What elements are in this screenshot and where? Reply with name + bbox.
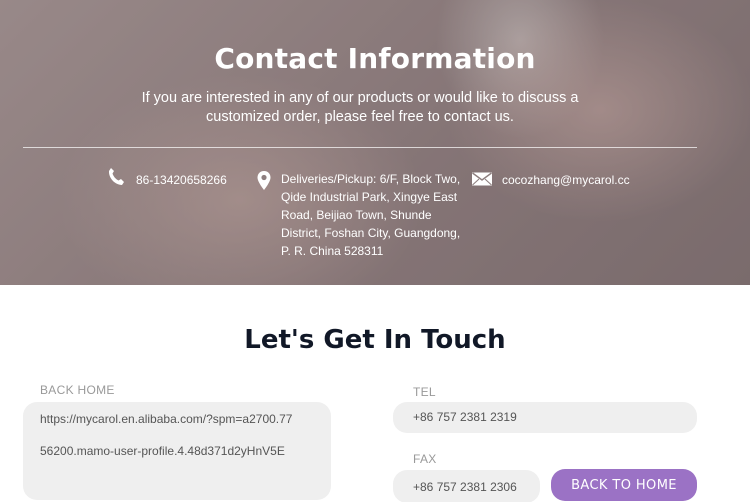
- section-title: Let's Get In Touch: [244, 325, 506, 355]
- hero-subtitle: If you are interested in any of our prod…: [141, 90, 579, 125]
- tel-value: +86 757 2381 2319: [413, 410, 517, 424]
- map-pin-icon: [256, 170, 272, 197]
- back-home-url-field[interactable]: https://mycarol.en.alibaba.com/?spm=a270…: [23, 402, 331, 500]
- url-line-2: 56200.mamo-user-profile.4.48d371d2yHnV5E: [40, 444, 285, 458]
- fax-label: FAX: [413, 452, 437, 466]
- fax-value: +86 757 2381 2306: [413, 480, 517, 494]
- url-line-1: https://mycarol.en.alibaba.com/?spm=a270…: [40, 412, 293, 426]
- phone-number[interactable]: 86-13420658266: [136, 171, 227, 189]
- tel-label: TEL: [413, 385, 436, 399]
- tel-field[interactable]: +86 757 2381 2319: [393, 402, 697, 433]
- hero-title: Contact Information: [214, 42, 536, 75]
- back-home-label: BACK HOME: [40, 383, 115, 397]
- back-to-home-button[interactable]: BACK TO HOME: [551, 469, 697, 501]
- hero-divider: [23, 147, 697, 148]
- phone-icon: [107, 167, 125, 192]
- hero-banner: Contact Information If you are intereste…: [0, 0, 750, 285]
- envelope-icon: [471, 171, 493, 192]
- email-link[interactable]: cocozhang@mycarol.cc: [502, 171, 630, 189]
- address-text: Deliveries/Pickup: 6/F, Block Two, Qide …: [281, 172, 461, 258]
- fax-field[interactable]: +86 757 2381 2306: [393, 470, 540, 502]
